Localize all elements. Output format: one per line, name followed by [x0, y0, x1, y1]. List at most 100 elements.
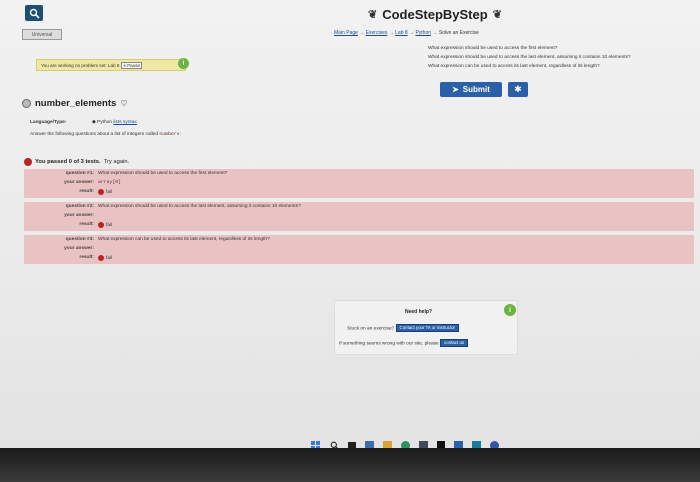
result-text: fail [106, 189, 113, 195]
breadcrumb-sep: → [359, 30, 365, 36]
fail-icon [24, 158, 32, 166]
taskbar [310, 438, 540, 448]
result-label: result: [79, 189, 94, 194]
test-question-row: question #2: What expression should be u… [24, 204, 694, 213]
gear-icon: ✱ [514, 84, 522, 94]
test-result-row: result: fail [24, 255, 694, 264]
contact-us-button[interactable]: contact us [440, 339, 469, 347]
language-name: Python [97, 120, 112, 125]
pause-icon: ⏸ [123, 62, 126, 68]
question-label: question #3: [65, 237, 94, 242]
notice-text: You are working on problem set: Lab 8 [41, 62, 120, 68]
result-text: fail [106, 222, 113, 228]
question-line-2: What expression should be used to access… [428, 55, 631, 60]
breadcrumb-python[interactable]: Python [415, 30, 431, 36]
main-link[interactable]: Universal [22, 29, 62, 40]
answer-label: your answer: [64, 213, 94, 218]
app-icon-2[interactable] [454, 441, 463, 448]
pause-label: Pause [127, 62, 141, 68]
problem-header: number_elements ♡ [22, 96, 127, 110]
app-icon[interactable] [437, 441, 445, 448]
language-label: Language/Type: [30, 120, 67, 125]
question-text: What expression can be used to access it… [98, 237, 270, 242]
result-text: fail [106, 255, 113, 261]
info-icon[interactable]: i [178, 58, 189, 69]
stuck-text: Stuck on an exercise? [347, 326, 395, 332]
bullet-icon: ◆ [92, 120, 96, 125]
app-icon-4[interactable] [490, 440, 499, 448]
result-value: fail [98, 255, 112, 261]
test-result-3: question #3: What expression can be used… [24, 235, 694, 264]
result-value: fail [98, 189, 112, 195]
wrong-text: If something seems wrong with our site, … [339, 341, 439, 347]
contact-ta-button[interactable]: Contact your TA or instructor [395, 324, 460, 332]
answer-code: array[0] [98, 180, 122, 185]
answer-label: your answer: [64, 246, 94, 251]
site-title: CodeStepByStep [382, 6, 488, 22]
logo-icon-right: ❦ [492, 8, 502, 21]
settings-button[interactable]: ✱ [508, 82, 528, 97]
send-icon: ➤ [452, 85, 459, 94]
question-line-1: What expression should be used to access… [428, 46, 558, 51]
status-circle-icon [22, 98, 31, 108]
breadcrumb-sep: → [432, 30, 438, 36]
breadcrumb-main[interactable]: Main Page [334, 30, 358, 36]
breadcrumb-sep: → [388, 30, 394, 36]
question-text: What expression should be used to access… [98, 204, 301, 209]
test-result-row: result: fail [24, 189, 694, 198]
submit-label: Submit [462, 85, 490, 94]
fail-icon [98, 189, 104, 195]
search-icon[interactable] [329, 441, 339, 448]
question-label: question #1: [65, 171, 94, 176]
zoom-icon[interactable] [25, 5, 43, 21]
help-title: Need help? [405, 309, 432, 315]
breadcrumb: Main Page → Exercises → Lab 8 → Python →… [334, 30, 479, 36]
language-row: Language/Type: ◆ Python lists syntax [30, 120, 137, 125]
result-value: fail [98, 222, 112, 228]
result-label: result: [79, 255, 94, 260]
fail-icon [98, 255, 104, 261]
question-text: What expression should be used to access… [98, 171, 228, 176]
file-explorer-icon[interactable] [383, 441, 392, 448]
test-result-2: question #2: What expression should be u… [24, 202, 694, 231]
logo-icon: ❦ [368, 8, 378, 21]
help-stuck-line: Stuck on an exercise? Contact your TA or… [347, 324, 460, 332]
browser-icon[interactable] [401, 440, 410, 448]
variable-name: numbers [159, 132, 180, 137]
test-result-row: result: fail [24, 222, 694, 231]
breadcrumb-current: Solve an Exercise [438, 30, 479, 36]
store-icon[interactable] [419, 441, 428, 448]
help-wrong-line: If something seems wrong with our site, … [339, 339, 469, 347]
test-answer-row: your answer: [24, 213, 694, 222]
results-summary: You passed 0 of 3 tests. Try again. [24, 158, 129, 166]
test-question-row: question #3: What expression can be used… [24, 237, 694, 246]
widgets-icon[interactable] [365, 441, 374, 448]
screen-bezel [0, 448, 700, 482]
breadcrumb-lab[interactable]: Lab 8 [395, 30, 408, 36]
app-icon-3[interactable] [472, 441, 481, 448]
breadcrumb-sep: → [409, 30, 415, 36]
windows-start-icon[interactable] [310, 440, 320, 448]
submit-button[interactable]: ➤ Submit [440, 82, 502, 97]
test-answer-row: your answer: array[0] [24, 180, 694, 189]
test-answer-row: your answer: [24, 246, 694, 255]
try-again-text: Try again. [103, 159, 130, 165]
topic-link[interactable]: lists syntax [113, 120, 136, 125]
breadcrumb-exercises[interactable]: Exercises [366, 30, 388, 36]
language-value: ◆ Python lists syntax [92, 120, 137, 125]
questions-panel: What expression should be used to access… [428, 44, 693, 74]
question-line-3: What expression can be used to access it… [428, 64, 600, 69]
test-result-1: question #1: What expression should be u… [24, 169, 694, 198]
results-summary-text: You passed 0 of 3 tests. [35, 159, 101, 165]
problem-set-notice: You are working on problem set: Lab 8 ⏸ … [36, 59, 186, 71]
pause-button[interactable]: ⏸ Pause [121, 61, 143, 69]
site-header[interactable]: ❦ CodeStepByStep ❦ [368, 4, 518, 24]
problem-description: Answer the following questions about a l… [30, 132, 181, 137]
answer-value: array[0] [98, 180, 121, 185]
browser-viewport: ❦ CodeStepByStep ❦ Universal Main Page →… [0, 0, 700, 448]
help-info-icon[interactable]: i [504, 304, 516, 316]
answer-label: your answer: [64, 180, 94, 185]
problem-title: number_elements [35, 97, 117, 109]
test-question-row: question #1: What expression should be u… [24, 171, 694, 180]
heart-icon[interactable]: ♡ [120, 99, 127, 108]
